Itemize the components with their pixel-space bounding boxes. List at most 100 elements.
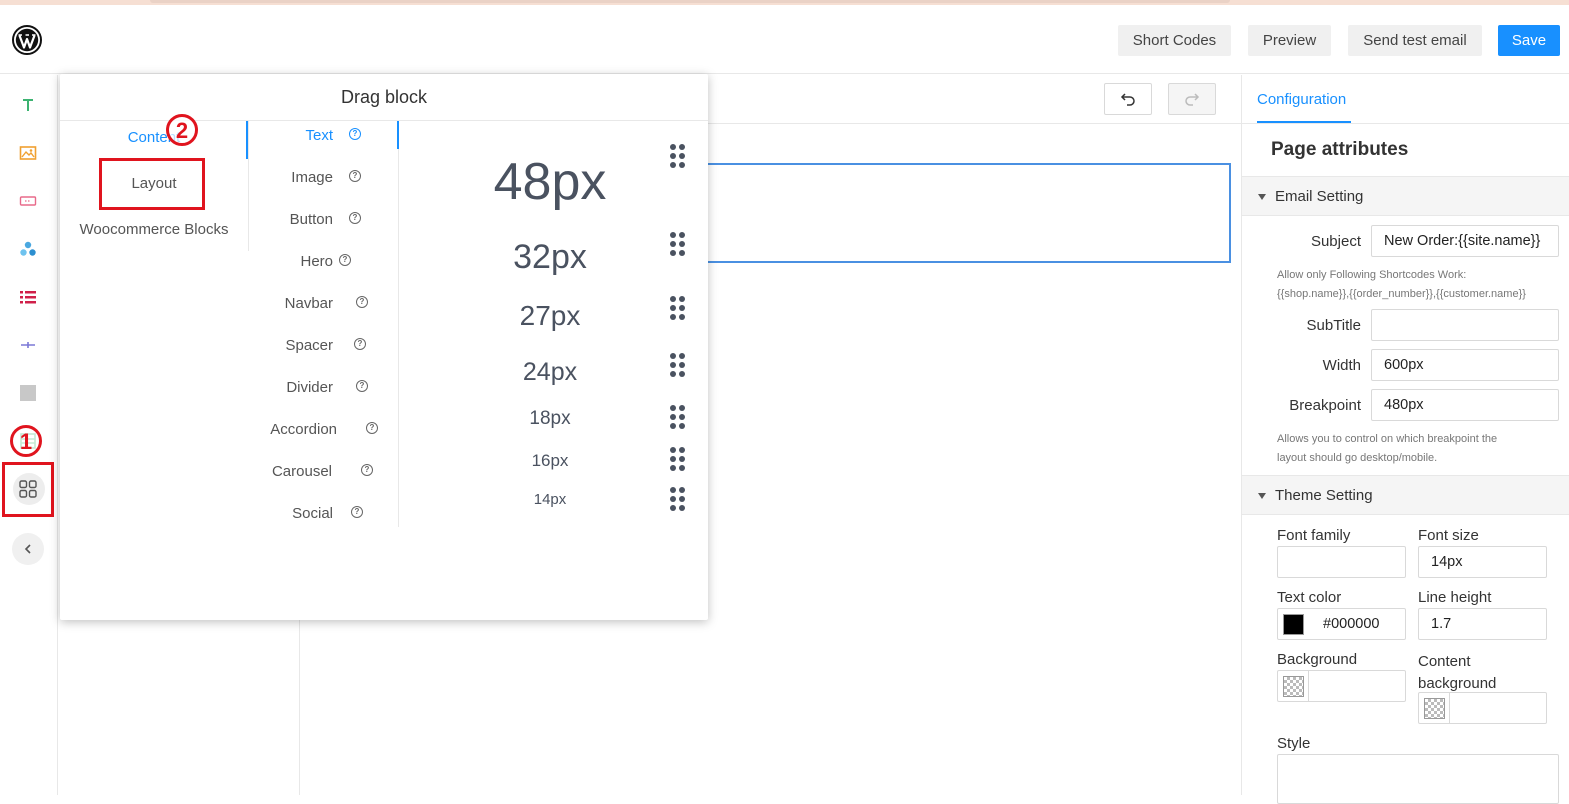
text-sample-27px[interactable]: 27px bbox=[400, 300, 700, 332]
content-background-label-line-1: Content bbox=[1418, 653, 1471, 670]
background-label: Background bbox=[1277, 651, 1358, 668]
save-button[interactable]: Save bbox=[1498, 25, 1560, 56]
breakpoint-hint: Allows you to control on which breakpoin… bbox=[1277, 430, 1562, 468]
text-sample-48px[interactable]: 48px bbox=[400, 152, 700, 212]
line-height-label: Line height bbox=[1418, 589, 1492, 606]
drag-handle-icon[interactable] bbox=[669, 232, 687, 260]
shortcode-hint: Allow only Following Shortcodes Work: {{… bbox=[1277, 266, 1562, 304]
email-setting-title: Email Setting bbox=[1275, 188, 1364, 205]
theme-setting-header[interactable]: Theme Setting bbox=[1242, 475, 1569, 515]
help-icon[interactable]: ? bbox=[349, 170, 361, 182]
category-divider bbox=[248, 121, 249, 251]
panel-body: Page attributes Email Setting Subject Ne… bbox=[1242, 124, 1569, 804]
text-sample-24px[interactable]: 24px bbox=[400, 358, 700, 387]
caret-down-icon bbox=[1258, 493, 1266, 499]
block-label: Hero bbox=[300, 253, 333, 270]
block-label: Carousel bbox=[271, 463, 332, 480]
blocks-divider bbox=[398, 121, 399, 527]
style-label: Style bbox=[1277, 735, 1311, 752]
theme-setting-title: Theme Setting bbox=[1275, 487, 1373, 504]
panel-tab-bar: Configuration bbox=[1242, 75, 1569, 124]
hero-icon[interactable] bbox=[16, 237, 40, 261]
chevron-left-icon bbox=[24, 544, 31, 554]
font-size-input[interactable]: 14px bbox=[1418, 546, 1547, 578]
help-icon[interactable]: ? bbox=[354, 338, 366, 350]
drag-handle-icon[interactable] bbox=[669, 353, 687, 381]
send-test-email-button[interactable]: Send test email bbox=[1348, 25, 1482, 56]
content-background-label: Content background bbox=[1418, 651, 1496, 695]
configuration-panel: Configuration Page attributes Email Sett… bbox=[1241, 75, 1569, 804]
preview-button[interactable]: Preview bbox=[1248, 25, 1331, 56]
block-label: Button bbox=[289, 211, 333, 228]
email-setting-header[interactable]: Email Setting bbox=[1242, 176, 1569, 216]
help-icon[interactable]: ? bbox=[356, 380, 368, 392]
shortcode-hint-line-2: {{shop.name}},{{order_number}},{{custome… bbox=[1277, 288, 1526, 300]
shortcode-hint-line-1: Allow only Following Shortcodes Work: bbox=[1277, 269, 1467, 281]
text-sample-18px[interactable]: 18px bbox=[400, 408, 700, 430]
block-label: Accordion bbox=[270, 421, 337, 438]
short-codes-button[interactable]: Short Codes bbox=[1118, 25, 1231, 56]
page-attributes-title: Page attributes bbox=[1271, 139, 1409, 160]
button-icon[interactable] bbox=[16, 189, 40, 213]
help-icon[interactable]: ? bbox=[349, 212, 361, 224]
content-background-swatch[interactable] bbox=[1424, 698, 1445, 719]
text-sample-32px[interactable]: 32px bbox=[400, 238, 700, 277]
spacer-icon[interactable] bbox=[16, 333, 40, 357]
list-icon[interactable] bbox=[16, 285, 40, 309]
block-label: Social bbox=[292, 505, 333, 522]
breakpoint-label: Breakpoint bbox=[1289, 397, 1361, 414]
font-size-label: Font size bbox=[1418, 527, 1479, 544]
style-textarea[interactable] bbox=[1277, 754, 1559, 804]
text-color-label: Text color bbox=[1277, 589, 1342, 606]
tab-active-indicator bbox=[1257, 121, 1351, 123]
block-label: Image bbox=[291, 169, 333, 186]
undo-button[interactable] bbox=[1104, 83, 1152, 115]
drag-handle-icon[interactable] bbox=[669, 447, 687, 475]
drag-handle-icon[interactable] bbox=[669, 144, 687, 172]
text-sample-14px[interactable]: 14px bbox=[400, 491, 700, 508]
block-label: Text bbox=[305, 127, 333, 144]
breakpoint-input[interactable]: 480px bbox=[1371, 389, 1559, 421]
wordpress-logo-icon[interactable] bbox=[12, 25, 42, 55]
selected-email-block[interactable] bbox=[659, 163, 1231, 263]
caret-down-icon bbox=[1258, 194, 1266, 200]
subtitle-label: SubTitle bbox=[1306, 317, 1361, 334]
help-icon[interactable]: ? bbox=[361, 464, 373, 476]
text-icon[interactable] bbox=[16, 93, 40, 117]
undo-icon bbox=[1120, 93, 1135, 106]
help-icon[interactable]: ? bbox=[339, 254, 351, 266]
annotation-2: 2 bbox=[166, 114, 198, 146]
tab-configuration[interactable]: Configuration bbox=[1257, 91, 1346, 108]
browser-address-strip bbox=[150, 0, 1230, 3]
width-input[interactable]: 600px bbox=[1371, 349, 1559, 381]
breakpoint-hint-line-2: layout should go desktop/mobile. bbox=[1277, 452, 1438, 464]
category-active-indicator bbox=[246, 121, 248, 159]
help-icon[interactable]: ? bbox=[366, 422, 378, 434]
drag-handle-icon[interactable] bbox=[669, 487, 687, 515]
help-icon[interactable]: ? bbox=[349, 128, 361, 140]
subject-label: Subject bbox=[1310, 233, 1361, 250]
annotation-box-1 bbox=[2, 462, 54, 517]
font-family-input[interactable] bbox=[1277, 546, 1406, 578]
annotation-box-2 bbox=[99, 158, 205, 210]
help-icon[interactable]: ? bbox=[351, 506, 363, 518]
category-content[interactable]: Content bbox=[60, 129, 248, 146]
block-label: Divider bbox=[286, 379, 333, 396]
text-sample-16px[interactable]: 16px bbox=[400, 451, 700, 471]
subject-input[interactable]: New Order:{{site.name}} bbox=[1371, 225, 1559, 257]
drag-block-popover: Drag block Content Layout Woocommerce Bl… bbox=[60, 74, 708, 620]
collapse-button[interactable] bbox=[12, 533, 44, 565]
help-icon[interactable]: ? bbox=[356, 296, 368, 308]
category-woocommerce-blocks[interactable]: Woocommerce Blocks bbox=[60, 221, 248, 238]
drag-block-title: Drag block bbox=[60, 74, 708, 121]
background-swatch[interactable] bbox=[1283, 676, 1304, 697]
image-icon[interactable] bbox=[16, 141, 40, 165]
redo-button[interactable] bbox=[1168, 83, 1216, 115]
annotation-1: 1 bbox=[10, 425, 42, 457]
drag-handle-icon[interactable] bbox=[669, 405, 687, 433]
text-color-swatch[interactable] bbox=[1283, 614, 1304, 635]
block-icon[interactable] bbox=[16, 381, 40, 405]
drag-handle-icon[interactable] bbox=[669, 296, 687, 324]
subtitle-input[interactable] bbox=[1371, 309, 1559, 341]
line-height-input[interactable]: 1.7 bbox=[1418, 608, 1547, 640]
